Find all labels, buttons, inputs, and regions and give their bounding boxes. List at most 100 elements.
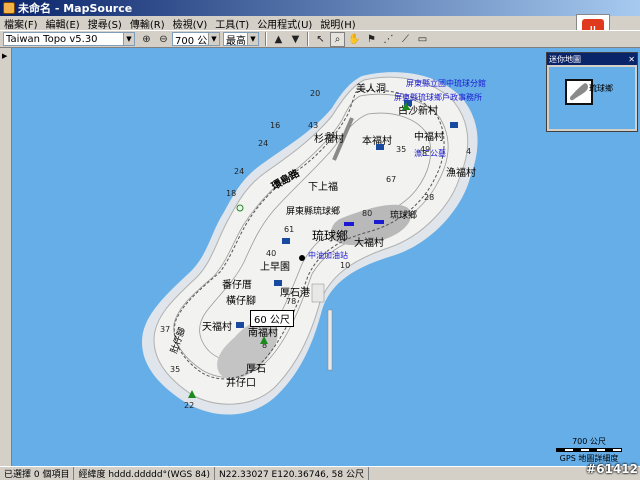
left-panel-toggle[interactable]: ▶	[0, 48, 12, 466]
menu-utilities[interactable]: 公用程式(U)	[253, 16, 316, 31]
building-icon	[282, 238, 290, 244]
svg-text:24: 24	[258, 139, 268, 148]
distance-tool-button[interactable]: ▭	[415, 32, 430, 47]
label-houshi-port: 厚石港	[280, 287, 310, 299]
label-fanzi: 番仔厝	[222, 279, 252, 291]
status-coordinates: N22.33027 E120.36746, 58 公尺	[215, 467, 369, 480]
svg-text:10: 10	[340, 261, 350, 270]
svg-text:35: 35	[170, 365, 180, 374]
scale-bar: 700 公尺 GPS 地圖詳細度	[556, 436, 622, 464]
svg-text:37: 37	[160, 325, 170, 334]
route-tool-button[interactable]: ⋰	[381, 32, 396, 47]
svg-text:28: 28	[424, 193, 434, 202]
building-icon	[450, 122, 458, 128]
map-product-select[interactable]: Taiwan Topo v5.30 ▼	[3, 32, 135, 46]
toolbar-separator	[265, 32, 267, 46]
harbor-jetty	[311, 283, 325, 303]
svg-text:22: 22	[184, 401, 194, 410]
menu-bar: 檔案(F) 編輯(E) 搜尋(S) 傳輸(R) 檢視(V) 工具(T) 公用程式…	[0, 16, 640, 31]
svg-text:18: 18	[226, 189, 236, 198]
svg-text:20: 20	[310, 89, 320, 98]
poi-label-cemetery: 漁二公墓	[414, 148, 446, 158]
watermark: #61412	[586, 462, 638, 476]
svg-text:35: 35	[396, 145, 406, 154]
label-liuqiu: 琉球鄉	[312, 229, 348, 243]
label-dafu: 大福村	[354, 236, 384, 249]
scale-text: 700 公尺	[572, 437, 606, 446]
label-jingzai: 井仔口	[226, 376, 256, 389]
waypoint-flag-button[interactable]: ⚑	[364, 32, 379, 47]
label-nanfu: 南福村	[248, 326, 278, 339]
label-houshi: 厚石	[246, 363, 266, 375]
toolbar-separator	[307, 32, 309, 46]
harbor-icon	[344, 222, 354, 226]
toolbar: Taiwan Topo v5.30 ▼ ⊕ ⊖ 700 公尺 ▼ 最高 ▼ ▲ …	[0, 30, 640, 48]
menu-edit[interactable]: 編輯(E)	[42, 16, 84, 31]
menu-file[interactable]: 檔案(F)	[0, 16, 42, 31]
detail-level-value: 最高	[226, 35, 246, 47]
window-title: 未命名 - MapSource	[18, 2, 133, 15]
poi-label-gas: 中油加油站	[308, 250, 348, 260]
gas-station-icon	[299, 255, 305, 261]
overview-map[interactable]: 迷你地圖 ✕ 琉球鄉	[546, 52, 638, 132]
zoom-in-button[interactable]: ⊕	[139, 32, 154, 47]
selection-tool-button[interactable]: ↖	[313, 32, 328, 47]
status-position-format: 經緯度 hddd.ddddd°(WGS 84)	[74, 467, 216, 480]
label-meiren: 美人洞	[356, 82, 386, 95]
scale-ruler	[556, 448, 622, 452]
label-zhongfu: 中福村	[414, 130, 444, 143]
chevron-down-icon: ▼	[208, 33, 219, 45]
zoom-tool-button[interactable]: ⌕	[330, 31, 345, 47]
menu-tools[interactable]: 工具(T)	[211, 16, 253, 31]
building-icon	[236, 322, 244, 328]
receive-from-device-button[interactable]: ▲	[271, 32, 286, 47]
building-icon	[376, 144, 384, 150]
close-icon[interactable]: ✕	[628, 55, 635, 64]
poi-label-school: 屏東縣立國中琉球分館	[406, 78, 486, 88]
label-shanfu: 杉福村	[314, 132, 344, 145]
app-icon	[3, 2, 15, 14]
harbor-icon	[374, 220, 384, 224]
label-liuqiu-east: 琉球鄉	[390, 209, 417, 221]
svg-text:80: 80	[362, 209, 372, 218]
label-xiashang: 下上福	[308, 180, 338, 193]
track-tool-button[interactable]: ⟋	[398, 32, 413, 47]
svg-text:16: 16	[270, 121, 280, 130]
zoom-out-button[interactable]: ⊖	[156, 32, 171, 47]
status-selection: 已選擇 0 個項目	[0, 467, 75, 480]
menu-transfer[interactable]: 傳輸(R)	[126, 16, 169, 31]
svg-text:67: 67	[386, 175, 396, 184]
overview-canvas[interactable]: 琉球鄉	[549, 67, 635, 129]
overview-island	[569, 83, 588, 101]
chevron-right-icon: ▶	[2, 52, 8, 60]
building-icon	[274, 280, 282, 286]
svg-text:4: 4	[466, 147, 471, 156]
svg-text:24: 24	[234, 167, 244, 176]
send-to-device-button[interactable]: ▼	[288, 32, 303, 47]
harbor-breakwater	[327, 309, 333, 371]
chevron-down-icon: ▼	[123, 33, 134, 45]
menu-view[interactable]: 檢視(V)	[169, 16, 212, 31]
menu-find[interactable]: 搜尋(S)	[84, 16, 126, 31]
overview-label: 琉球鄉	[589, 84, 613, 93]
status-bar: 已選擇 0 個項目 經緯度 hddd.ddddd°(WGS 84) N22.33…	[0, 466, 640, 480]
menu-help[interactable]: 說明(H)	[316, 16, 359, 31]
label-henggen: 橫仔腳	[226, 294, 256, 307]
svg-text:61: 61	[284, 225, 294, 234]
overview-header: 迷你地圖 ✕	[547, 53, 637, 65]
zoom-level-value: 700 公尺	[175, 35, 208, 47]
hand-tool-button[interactable]: ✋	[347, 32, 362, 47]
chevron-down-icon: ▼	[247, 33, 258, 45]
label-tianfu: 天福村	[202, 320, 232, 333]
zoom-level-select[interactable]: 700 公尺 ▼	[172, 32, 220, 47]
overview-title: 迷你地圖	[549, 54, 581, 64]
label-yufu: 漁福村	[446, 166, 476, 179]
svg-text:43: 43	[308, 121, 318, 130]
detail-level-select[interactable]: 最高 ▼	[223, 32, 259, 47]
elevation-callout: 60 公尺	[250, 310, 294, 327]
map-product-value: Taiwan Topo v5.30	[6, 33, 98, 45]
label-township-office: 屏東縣琉球鄉	[286, 205, 340, 217]
title-bar: 未命名 - MapSource	[0, 0, 640, 16]
svg-text:40: 40	[266, 249, 276, 258]
label-shangliao: 上早園	[260, 261, 290, 273]
